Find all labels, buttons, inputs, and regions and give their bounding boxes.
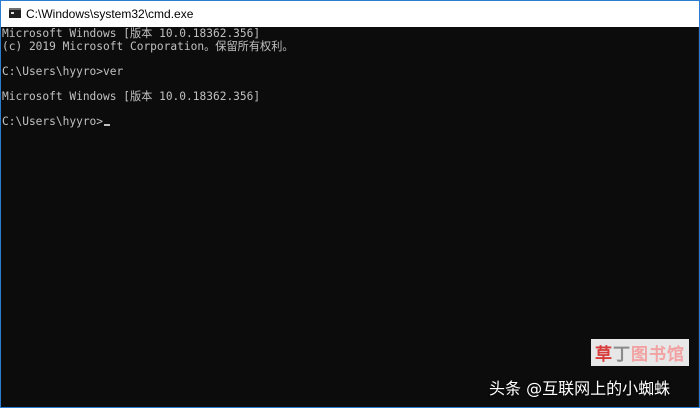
watermark-logo-mid: 丁: [613, 345, 631, 365]
scrollbar-edge[interactable]: [698, 27, 699, 407]
console-line: (c) 2019 Microsoft Corporation。保留所有权利。: [2, 39, 294, 53]
console-line: Microsoft Windows [版本 10.0.18362.356]: [2, 27, 261, 40]
watermark-logo-rest: 图书馆: [631, 345, 685, 365]
titlebar[interactable]: C:\Windows\system32\cmd.exe: [1, 1, 699, 27]
cmd-console-icon[interactable]: [9, 8, 21, 18]
watermark-logo: 草丁图书馆: [591, 339, 689, 366]
watermark-caption: 头条 @互联网上的小蜘蛛: [489, 379, 671, 398]
watermark-logo-first: 草: [595, 345, 613, 365]
prompt-text: C:\Users\hyyro>: [2, 114, 104, 128]
console-line: Microsoft Windows [版本 10.0.18362.356]: [2, 89, 261, 103]
console-line: C:\Users\hyyro>ver: [2, 64, 124, 78]
window-title: C:\Windows\system32\cmd.exe: [26, 7, 194, 21]
cmd-window: C:\Windows\system32\cmd.exe Microsoft Wi…: [0, 0, 700, 408]
text-cursor: [104, 123, 111, 126]
prompt-line[interactable]: C:\Users\hyyro>: [2, 114, 642, 129]
console-output[interactable]: Microsoft Windows [版本 10.0.18362.356] (c…: [2, 27, 642, 129]
